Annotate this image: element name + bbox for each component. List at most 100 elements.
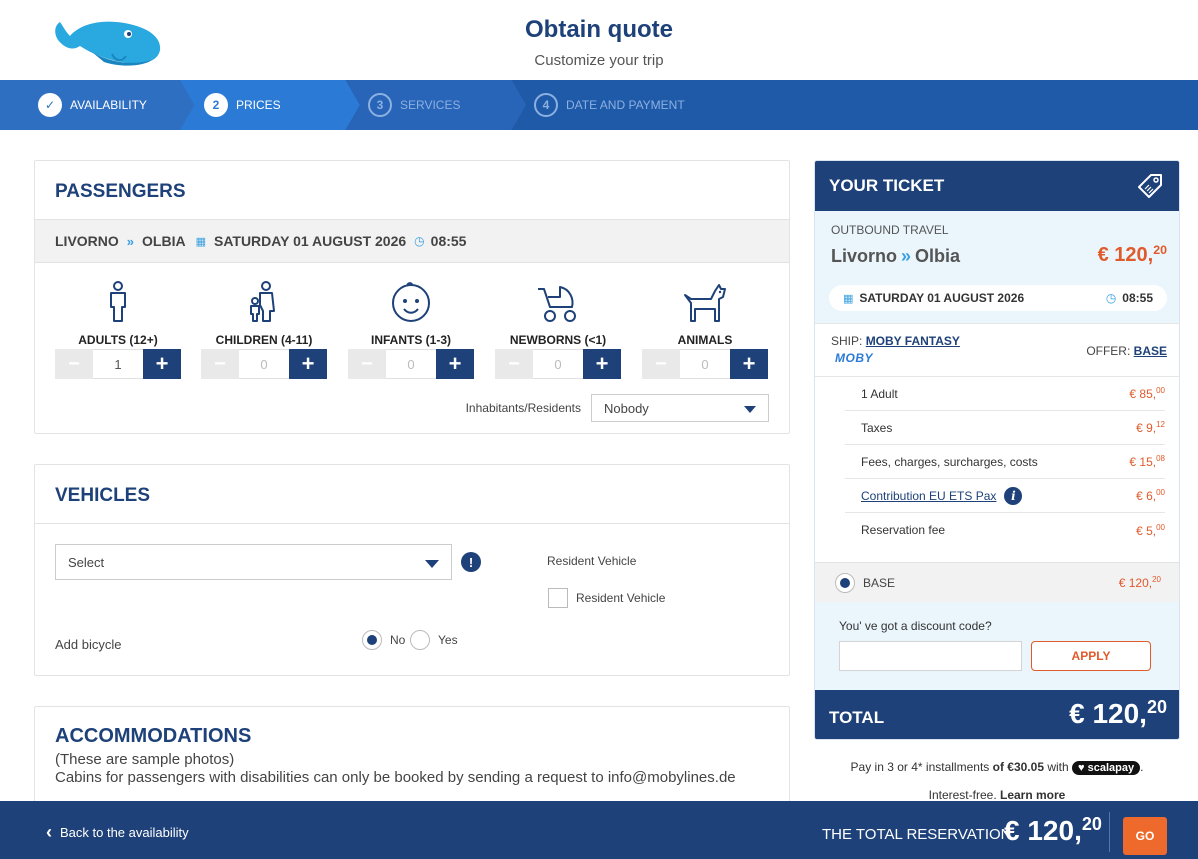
go-button[interactable]: GO — [1123, 817, 1167, 855]
price-row: 1 Adult € 85,00 — [845, 377, 1165, 411]
passengers-title: PASSENGERS — [55, 181, 186, 202]
installments-info: Pay in 3 or 4* installments of €30.05 wi… — [850, 760, 1144, 775]
price-breakdown: 1 Adult € 85,00 Taxes € 9,12 Fees, charges… — [845, 377, 1165, 547]
plus-button[interactable]: + — [289, 349, 327, 379]
base-offer-price: € 120,20 — [1118, 575, 1161, 590]
residents-value: Nobody — [604, 400, 649, 416]
minus-button[interactable]: − — [55, 349, 93, 379]
offer-label: OFFER: — [1086, 344, 1131, 358]
apply-button[interactable]: APPLY — [1031, 641, 1151, 671]
reservation-total-value: € 120,20 — [1004, 814, 1102, 846]
route-date: SATURDAY 01 AUGUST 2026 — [213, 233, 407, 249]
resident-vehicle-label: Resident Vehicle — [547, 554, 637, 568]
ticket-panel: YOUR TICKET OUTBOUND TRAVEL Livorno» Olbi… — [814, 160, 1180, 740]
price-row-value: € 5,00 — [1136, 522, 1165, 538]
offer-name-link[interactable]: BASE — [1134, 344, 1167, 358]
plus-button[interactable]: + — [583, 349, 621, 379]
pax-animals: ANIMALS — [642, 279, 768, 349]
discount-label: You' ve got a discount code? — [839, 619, 992, 633]
children-count[interactable]: 0 — [239, 349, 289, 379]
outbound-date: SATURDAY 01 AUGUST 2026 — [859, 291, 1025, 305]
outbound-to: Olbia — [915, 246, 961, 266]
plus-button[interactable]: + — [730, 349, 768, 379]
learn-more-link[interactable]: Learn more — [1000, 788, 1065, 802]
minus-button[interactable]: − — [348, 349, 386, 379]
minus-button[interactable]: − — [495, 349, 533, 379]
step-number: 2 — [204, 93, 228, 117]
price-row: Fees, charges, surcharges, costs € 15,08 — [845, 445, 1165, 479]
minus-button[interactable]: − — [201, 349, 239, 379]
step-label: PRICES — [236, 98, 281, 112]
price-row-label: 1 Adult — [861, 386, 898, 401]
pax-infants: INFANTS (1-3) — [348, 279, 474, 349]
children-stepper: − 0 + — [201, 349, 327, 379]
pax-label: CHILDREN (4-11) — [215, 333, 313, 347]
back-to-availability-link[interactable]: ‹ Back to the availability — [46, 822, 189, 843]
vehicle-select[interactable]: Select — [55, 544, 452, 580]
installment-amount: of €30.05 — [992, 760, 1044, 774]
bicycle-yes-radio[interactable] — [410, 630, 430, 650]
discount-code-input[interactable] — [839, 641, 1022, 671]
animals-count[interactable]: 0 — [680, 349, 730, 379]
bottom-bar: ‹ Back to the availability THE TOTAL RES… — [0, 801, 1198, 859]
minus-button[interactable]: − — [642, 349, 680, 379]
infants-stepper: − 0 + — [348, 349, 474, 379]
pax-children: CHILDREN (4-11) — [201, 279, 327, 349]
back-label: Back to the availability — [60, 825, 189, 840]
outbound-route: Livorno» Olbia — [831, 246, 960, 267]
infants-count[interactable]: 0 — [386, 349, 436, 379]
plus-button[interactable]: + — [143, 349, 181, 379]
discount-section: You' ve got a discount code? APPLY — [815, 602, 1179, 690]
step-label: SERVICES — [400, 98, 461, 112]
info-icon[interactable]: i — [1004, 486, 1023, 505]
price-row: Taxes € 9,12 — [845, 411, 1165, 445]
residents-select[interactable]: Nobody — [591, 394, 769, 422]
adults-count[interactable]: 1 — [93, 349, 143, 379]
calendar-icon: ▦ — [195, 235, 206, 248]
total-label: TOTAL — [829, 708, 885, 727]
page-title: Obtain quote — [525, 16, 673, 43]
ship-name-link[interactable]: MOBY FANTASY — [866, 334, 960, 348]
ets-contribution-link[interactable]: Contribution EU ETS Pax — [861, 489, 996, 503]
newborns-count[interactable]: 0 — [533, 349, 583, 379]
price-row-value: € 9,12 — [1136, 420, 1165, 435]
infant-icon — [348, 279, 474, 323]
pax-adults: ADULTS (12+) — [55, 279, 181, 349]
warning-icon[interactable]: ! — [461, 552, 481, 572]
route-bar: LIVORNO » OLBIA ▦ SATURDAY 01 AUGUST 202… — [35, 219, 789, 263]
price-row: Reservation fee € 5,00 — [845, 513, 1165, 547]
interest-free-text: Interest-free. — [928, 788, 997, 802]
price-row-label: Fees, charges, surcharges, costs — [861, 454, 1038, 469]
pax-label: ANIMALS — [677, 333, 733, 347]
price-row-value: € 6,00 — [1136, 488, 1165, 503]
accommodations-disability-note: Cabins for passengers with disabilities … — [55, 769, 736, 786]
outbound-from: Livorno — [831, 246, 897, 266]
dog-icon — [642, 279, 768, 323]
price-integer: € 120, — [1097, 243, 1154, 266]
installments-text: Pay in 3 or 4* installments — [850, 760, 990, 774]
ticket-total-row: TOTAL € 120,20 — [815, 690, 1179, 739]
step-number: 3 — [368, 93, 392, 117]
add-bicycle-label: Add bicycle — [55, 637, 122, 652]
child-icon — [201, 279, 327, 323]
pax-label: NEWBORNS (<1) — [509, 333, 607, 347]
route-to: OLBIA — [142, 233, 186, 249]
bicycle-no-label: No — [390, 633, 406, 647]
step-services: 3 SERVICES — [346, 80, 526, 130]
ship-row: SHIP: MOBY FANTASY MOBY OFFER: BASE — [815, 323, 1179, 377]
outbound-date-pill: ▦ SATURDAY 01 AUGUST 2026 ◷ 08:55 — [829, 285, 1167, 311]
newborns-stepper: − 0 + — [495, 349, 621, 379]
base-offer-radio[interactable] — [835, 573, 855, 593]
base-offer-row: BASE € 120,20 — [815, 562, 1179, 602]
animals-stepper: − 0 + — [642, 349, 768, 379]
plus-button[interactable]: + — [436, 349, 474, 379]
route-from: LIVORNO — [55, 233, 119, 249]
outbound-time: 08:55 — [1122, 291, 1153, 305]
price-row-label: Reservation fee — [861, 523, 946, 537]
step-availability[interactable]: ✓ AVAILABILITY — [0, 80, 195, 130]
installments-with: with — [1047, 760, 1069, 774]
resident-vehicle-checkbox[interactable] — [548, 588, 568, 608]
price-tag-icon — [1138, 174, 1162, 198]
bicycle-no-radio[interactable] — [362, 630, 382, 650]
clock-icon: ◷ — [414, 234, 425, 248]
